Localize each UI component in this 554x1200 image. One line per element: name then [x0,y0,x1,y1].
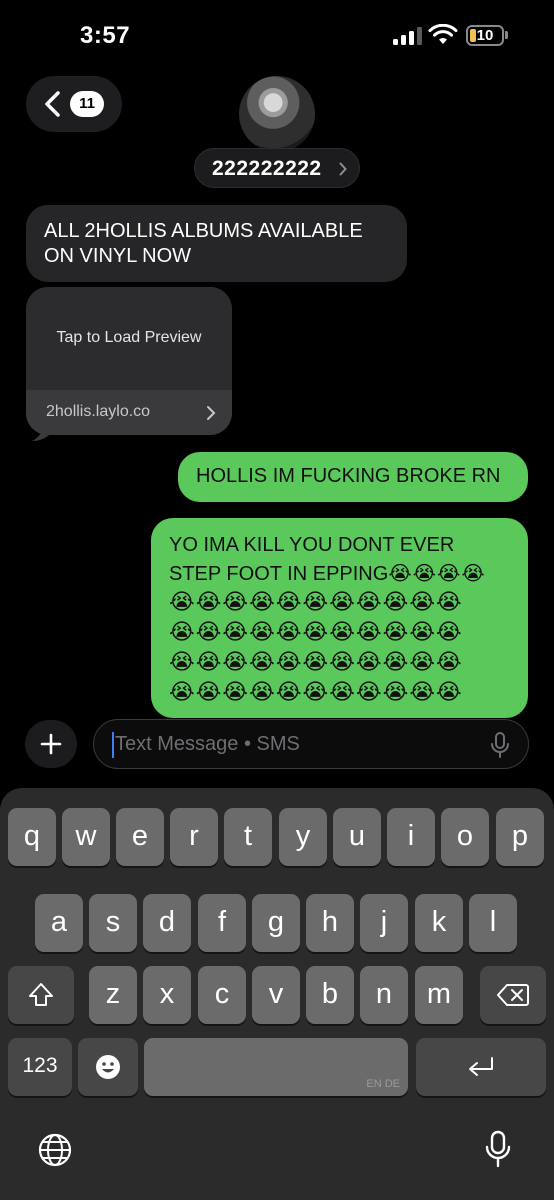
message-input[interactable]: Text Message • SMS [93,719,529,769]
key-q[interactable]: q [8,808,56,866]
key-d[interactable]: d [143,894,191,952]
key-s[interactable]: s [89,894,137,952]
chevron-right-icon [207,406,216,420]
key-j[interactable]: j [360,894,408,952]
crying-emoji-row: 😭😭😭😭😭😭😭😭😭😭😭 [169,590,463,615]
emoji-key[interactable] [78,1038,138,1096]
key-v[interactable]: v [252,966,300,1024]
crying-emoji-run: 😭😭😭😭 [388,561,486,585]
key-h[interactable]: h [306,894,354,952]
text-cursor [112,732,114,758]
link-preview-card[interactable]: Tap to Load Preview 2hollis.laylo.co [26,287,232,435]
key-r[interactable]: r [170,808,218,866]
key-g[interactable]: g [252,894,300,952]
emoji-icon [96,1055,120,1079]
key-x[interactable]: x [143,966,191,1024]
space-key[interactable]: EN DE [144,1038,408,1096]
battery-level: 10 [476,27,494,44]
delete-icon [497,984,529,1006]
message-text-line: ALL 2HOLLIS ALBUMS AVAILABLE [44,220,363,242]
outgoing-message[interactable]: YO IMA KILL YOU DONT EVER STEP FOOT IN E… [151,518,528,718]
key-p[interactable]: p [496,808,544,866]
shift-icon [29,983,53,1006]
message-input-placeholder: Text Message • SMS [115,733,300,755]
delete-key[interactable] [480,966,546,1024]
crying-emoji-row: 😭😭😭😭😭😭😭😭😭😭😭 [169,650,463,675]
contact-name-button[interactable]: 222222222 [194,148,360,188]
cellular-signal-icon [393,27,423,45]
key-k[interactable]: k [415,894,463,952]
key-l[interactable]: l [469,894,517,952]
crying-emoji-row: 😭😭😭😭😭😭😭😭😭😭😭 [169,620,463,645]
key-y[interactable]: y [279,808,327,866]
key-m[interactable]: m [415,966,463,1024]
key-z[interactable]: z [89,966,137,1024]
key-a[interactable]: a [35,894,83,952]
battery-icon: 10 [466,25,504,46]
contact-avatar[interactable] [239,76,315,152]
link-preview-area[interactable]: Tap to Load Preview [26,287,232,390]
microphone-icon[interactable] [490,732,510,758]
key-o[interactable]: o [441,808,489,866]
numbers-key[interactable]: 123 [8,1038,72,1096]
key-i[interactable]: i [387,808,435,866]
key-b[interactable]: b [306,966,354,1024]
chevron-left-icon [45,91,60,117]
wifi-icon [428,24,458,44]
globe-icon[interactable] [38,1133,72,1167]
key-e[interactable]: e [116,808,164,866]
message-text-line: ON VINYL NOW [44,245,192,267]
status-bar: 3:57 10 [0,0,554,70]
microphone-icon[interactable] [485,1130,511,1168]
link-footer[interactable]: 2hollis.laylo.co [26,390,232,435]
key-n[interactable]: n [360,966,408,1024]
add-attachment-button[interactable] [25,720,77,768]
tap-to-load-preview: Tap to Load Preview [56,329,202,346]
crying-emoji-row: 😭😭😭😭😭😭😭😭😭😭😭 [169,680,463,705]
key-c[interactable]: c [198,966,246,1024]
plus-icon [40,733,62,755]
key-u[interactable]: u [333,808,381,866]
return-icon [469,1057,493,1076]
keyboard-languages: EN DE [366,1078,400,1090]
clock-time: 3:57 [80,22,131,49]
message-text: HOLLIS IM FUCKING BROKE RN [196,465,501,487]
return-key[interactable] [416,1038,546,1096]
key-w[interactable]: w [62,808,110,866]
link-url: 2hollis.laylo.co [46,403,151,420]
incoming-message[interactable]: ALL 2HOLLIS ALBUMS AVAILABLE ON VINYL NO… [26,205,407,282]
message-text-line: YO IMA KILL YOU DONT EVER [169,534,455,556]
key-f[interactable]: f [198,894,246,952]
unread-count-badge: 11 [70,91,104,117]
chevron-right-icon [339,162,347,176]
message-text-line: STEP FOOT IN EPPING😭😭😭😭 [169,561,486,585]
bubble-tail [32,422,52,441]
key-t[interactable]: t [224,808,272,866]
outgoing-message[interactable]: HOLLIS IM FUCKING BROKE RN [178,452,528,502]
back-button[interactable]: 11 [26,76,122,132]
contact-name: 222222222 [212,157,322,180]
shift-key[interactable] [8,966,74,1024]
